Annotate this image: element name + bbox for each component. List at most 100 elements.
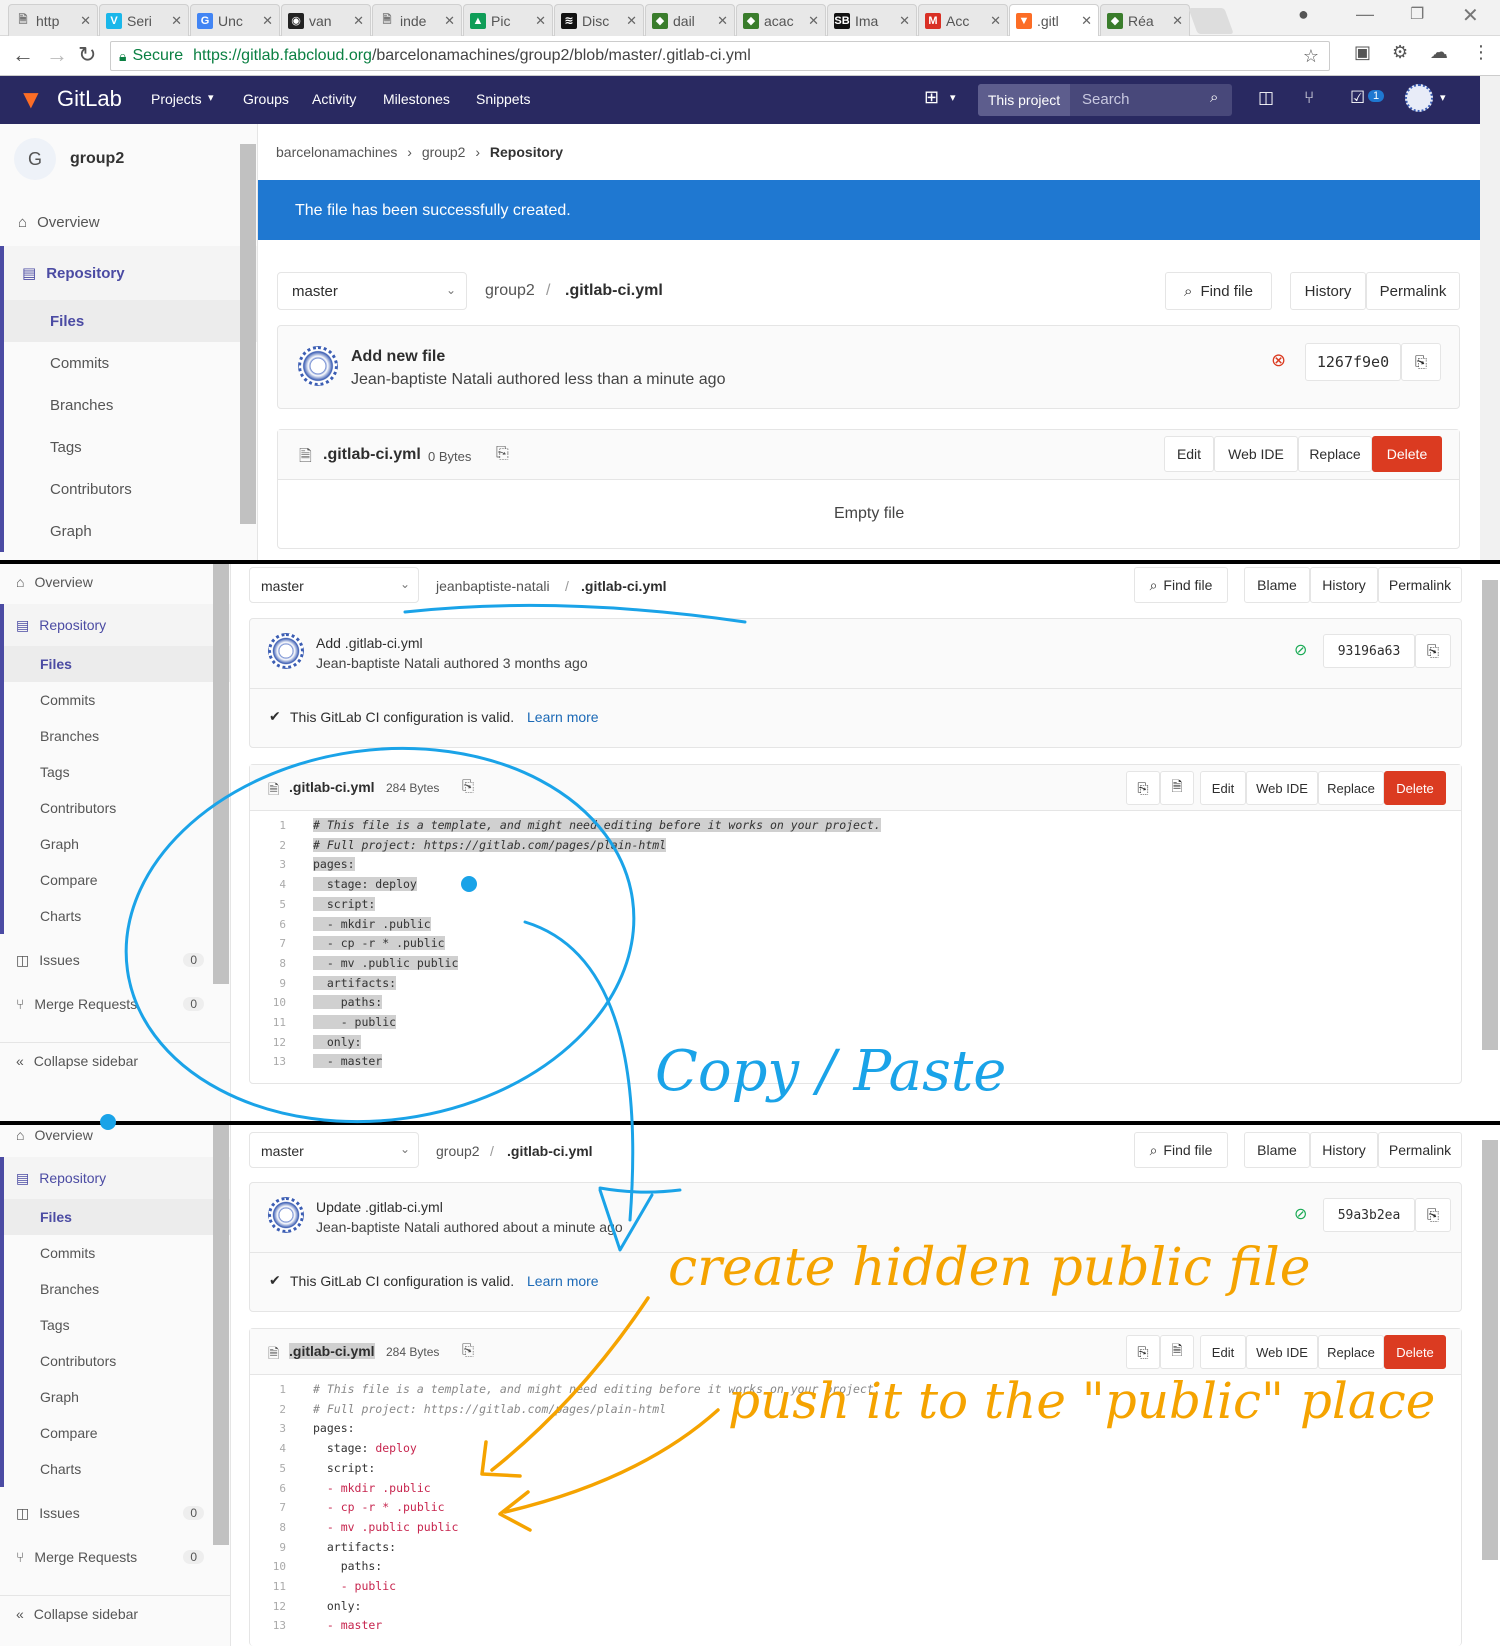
forward-icon[interactable]: →: [46, 42, 68, 68]
breadcrumb-item[interactable]: group2: [422, 144, 466, 160]
browser-tab[interactable]: ◆ Réa ✕: [1100, 4, 1190, 36]
sidebar-item-issues[interactable]: ◫ Issues 0: [0, 1495, 230, 1531]
nav-milestones[interactable]: Milestones: [383, 91, 450, 107]
minimize-icon[interactable]: —: [1356, 4, 1374, 25]
nav-activity[interactable]: Activity: [312, 91, 356, 107]
gitlab-logo-icon[interactable]: ▼: [18, 84, 44, 115]
browser-tab[interactable]: 🗎︎ http ✕: [8, 4, 98, 36]
sidebar-item-files[interactable]: Files: [0, 646, 230, 682]
copy-sha-button[interactable]: ⎘: [1415, 634, 1451, 668]
sidebar-item-repository[interactable]: ▤ Repository: [0, 604, 230, 646]
delete-button[interactable]: Delete: [1384, 1335, 1446, 1369]
page-scrollbar[interactable]: [1482, 1140, 1498, 1560]
close-tab-icon[interactable]: ✕: [626, 13, 637, 29]
breadcrumb-item[interactable]: barcelonamachines: [276, 144, 397, 160]
close-tab-icon[interactable]: ✕: [899, 13, 910, 29]
edit-button[interactable]: Edit: [1164, 436, 1214, 472]
sidebar-item-contributors[interactable]: Contributors: [0, 790, 230, 826]
learn-more-link[interactable]: Learn more: [527, 1273, 599, 1289]
reload-icon[interactable]: ↻: [78, 42, 96, 68]
profile-icon[interactable]: ●: [1298, 4, 1309, 25]
sidebar-scrollbar[interactable]: [213, 564, 229, 984]
sidebar-item-contributors[interactable]: Contributors: [0, 1343, 230, 1379]
commit-sha[interactable]: 59a3b2ea: [1323, 1198, 1415, 1232]
sidebar-item-charts[interactable]: Charts: [0, 898, 230, 934]
sidebar-item-files[interactable]: Files: [0, 300, 257, 342]
sidebar-item-collapse-sidebar[interactable]: « Collapse sidebar: [0, 1595, 230, 1631]
copy-source-button[interactable]: ⎘: [1126, 1335, 1160, 1369]
close-tab-icon[interactable]: ✕: [717, 13, 728, 29]
browser-tab[interactable]: M Acc ✕: [918, 4, 1008, 36]
commit-sha[interactable]: 1267f9e0: [1305, 343, 1401, 381]
new-tab-button[interactable]: [1188, 8, 1234, 34]
pipeline-failed-icon[interactable]: ⊗: [1271, 350, 1286, 371]
commit-title[interactable]: Add new file: [351, 348, 445, 366]
restore-icon[interactable]: ❐: [1410, 4, 1424, 24]
sidebar-item-compare[interactable]: Compare: [0, 1415, 230, 1451]
sidebar-item-charts[interactable]: Charts: [0, 1451, 230, 1487]
copy-path-icon[interactable]: ⎘: [462, 778, 474, 795]
sidebar-item-tags[interactable]: Tags: [0, 1307, 230, 1343]
todos-icon[interactable]: ☑: [1350, 88, 1365, 108]
branch-select[interactable]: master ⌄: [249, 1132, 419, 1168]
brand-name[interactable]: GitLab: [57, 86, 122, 112]
commit-title[interactable]: Add .gitlab-ci.yml: [316, 635, 423, 651]
back-icon[interactable]: ←: [12, 42, 34, 68]
page-scrollbar[interactable]: [1480, 76, 1500, 562]
sidebar-item-overview[interactable]: ⌂ Overview: [0, 200, 257, 244]
pipeline-passed-icon[interactable]: ⊘: [1294, 640, 1307, 660]
sidebar-item-overview[interactable]: ⌂ Overview: [0, 564, 230, 600]
browser-tab[interactable]: ▲ Pic ✕: [463, 4, 553, 36]
sidebar-item-contributors[interactable]: Contributors: [0, 468, 257, 510]
sidebar-item-files[interactable]: Files: [0, 1199, 230, 1235]
history-button[interactable]: History: [1310, 1132, 1378, 1168]
sidebar-item-merge-requests[interactable]: ⑂ Merge Requests 0: [0, 1539, 230, 1575]
sidebar-item-graph[interactable]: Graph: [0, 1379, 230, 1415]
close-tab-icon[interactable]: ✕: [444, 13, 455, 29]
page-scrollbar[interactable]: [1482, 580, 1498, 1050]
sidebar-item-branches[interactable]: Branches: [0, 384, 257, 426]
copy-path-icon[interactable]: ⎘: [462, 1342, 474, 1359]
merge-request-icon[interactable]: ⑂: [1304, 88, 1314, 108]
commit-title[interactable]: Update .gitlab-ci.yml: [316, 1199, 443, 1215]
sidebar-item-commits[interactable]: Commits: [0, 1235, 230, 1271]
sidebar-item-collapse-sidebar[interactable]: « Collapse sidebar: [0, 1042, 230, 1078]
author-avatar[interactable]: [268, 1197, 304, 1233]
copy-path-icon[interactable]: ⎘: [496, 445, 509, 463]
close-tab-icon[interactable]: ✕: [353, 13, 364, 29]
permalink-button[interactable]: Permalink: [1378, 1132, 1462, 1168]
raw-button[interactable]: 🗎︎: [1160, 771, 1194, 805]
extension-icon-3[interactable]: ☁: [1430, 42, 1448, 63]
browser-tab[interactable]: ◆ dail ✕: [645, 4, 735, 36]
group-name[interactable]: group2: [70, 150, 124, 168]
code-view[interactable]: 1 # This file is a template, and might ne…: [250, 1382, 1461, 1643]
browser-tab[interactable]: SB Ima ✕: [827, 4, 917, 36]
close-tab-icon[interactable]: ✕: [262, 13, 273, 29]
web-ide-button[interactable]: Web IDE: [1214, 436, 1298, 472]
sidebar-item-repository[interactable]: ▤ Repository: [0, 246, 257, 300]
delete-button[interactable]: Delete: [1372, 436, 1442, 472]
sidebar-scrollbar[interactable]: [213, 1125, 229, 1545]
sidebar-item-issues[interactable]: ◫ Issues 0: [0, 942, 230, 978]
sidebar-item-graph[interactable]: Graph: [0, 510, 257, 552]
history-button[interactable]: History: [1310, 567, 1378, 603]
close-window-icon[interactable]: ✕: [1462, 3, 1479, 28]
user-avatar[interactable]: [1405, 84, 1433, 112]
breadcrumb-item[interactable]: Repository: [490, 144, 563, 160]
nav-projects[interactable]: Projects: [151, 91, 202, 107]
blame-button[interactable]: Blame: [1244, 1132, 1310, 1168]
commit-sha[interactable]: 93196a63: [1323, 634, 1415, 668]
browser-tab[interactable]: ◉ van ✕: [281, 4, 371, 36]
browser-tab[interactable]: V Seri ✕: [99, 4, 189, 36]
find-file-button[interactable]: ⌕ Find file: [1165, 272, 1272, 310]
close-tab-icon[interactable]: ✕: [1172, 13, 1183, 29]
raw-button[interactable]: 🗎︎: [1160, 1335, 1194, 1369]
sidebar-item-branches[interactable]: Branches: [0, 1271, 230, 1307]
author-avatar[interactable]: [268, 633, 304, 669]
extension-icon[interactable]: ▣: [1354, 42, 1371, 63]
pipeline-passed-icon[interactable]: ⊘: [1294, 1204, 1307, 1224]
close-tab-icon[interactable]: ✕: [1081, 13, 1092, 29]
code-view[interactable]: 1 # This file is a template, and might ne…: [250, 818, 1461, 1079]
find-file-button[interactable]: ⌕ Find file: [1134, 1132, 1228, 1168]
edit-button[interactable]: Edit: [1200, 1335, 1246, 1369]
